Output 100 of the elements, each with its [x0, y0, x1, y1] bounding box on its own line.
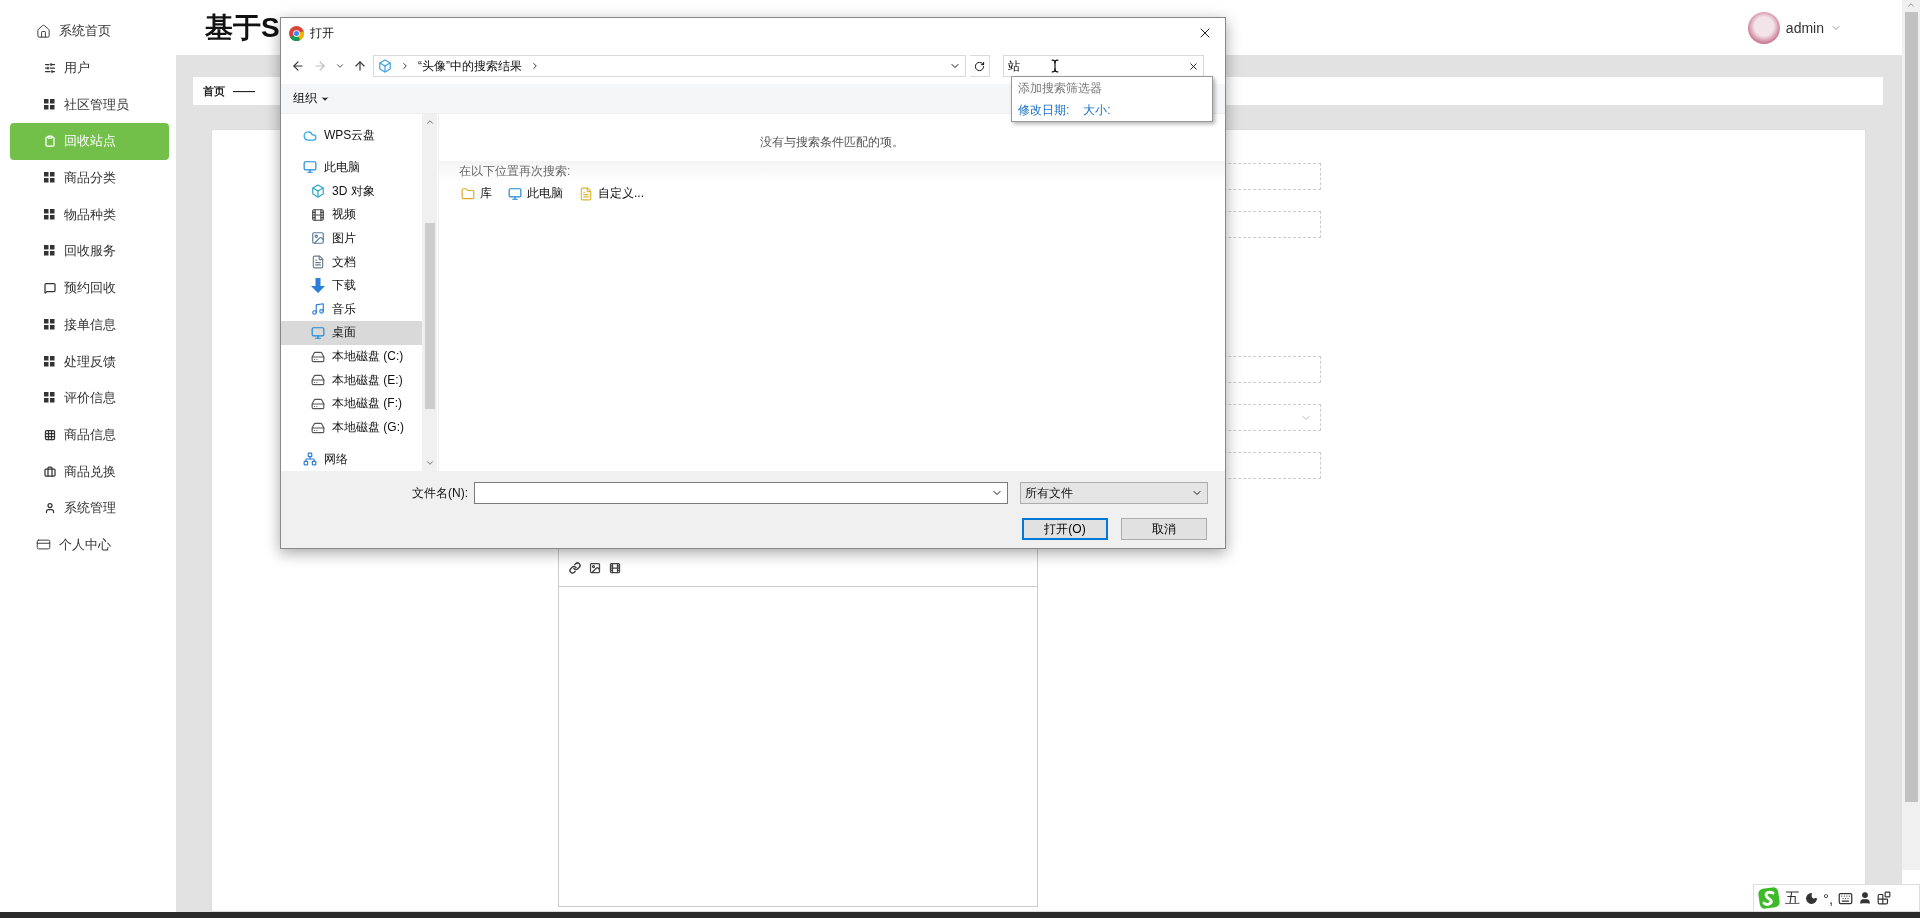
- sidebar-item[interactable]: 商品分类: [0, 159, 176, 197]
- cube-icon: [309, 182, 326, 200]
- user-menu[interactable]: admin: [1747, 11, 1842, 44]
- nav-item[interactable]: 视频: [281, 202, 422, 227]
- search-again-heading: 在以下位置再次搜索:: [439, 161, 1225, 181]
- apps-icon[interactable]: [1877, 891, 1892, 905]
- open-button[interactable]: 打开(O): [1022, 518, 1108, 540]
- suggestion-heading: 添加搜索筛选器: [1018, 80, 1103, 97]
- message-icon: [44, 282, 56, 295]
- download-icon: [309, 277, 326, 295]
- grid-icon: [44, 318, 56, 331]
- scroll-up-icon[interactable]: [424, 117, 435, 127]
- user-icon[interactable]: [1858, 891, 1873, 905]
- organize-button[interactable]: 组织: [293, 90, 330, 107]
- sidebar-item[interactable]: 处理反馈: [0, 343, 176, 380]
- grid-icon: [44, 245, 56, 258]
- nav-item[interactable]: 本地磁盘 (E:): [281, 368, 422, 393]
- image-icon: [309, 229, 326, 247]
- nav-label: 网络: [324, 450, 348, 468]
- sidebar-item[interactable]: 回收服务: [0, 233, 176, 270]
- sidebar-item[interactable]: 评价信息: [0, 379, 176, 417]
- location-link[interactable]: 库: [459, 185, 492, 202]
- grid-icon: [44, 208, 56, 221]
- input-mode[interactable]: 五: [1785, 888, 1800, 908]
- location-link[interactable]: 自定义...: [577, 185, 644, 202]
- nav-item[interactable]: 下载: [281, 273, 422, 298]
- nav-item[interactable]: 本地磁盘 (C:): [281, 344, 422, 369]
- nav-label: 视频: [332, 206, 356, 224]
- nav-label: 本地磁盘 (F:): [332, 395, 402, 413]
- chevron-icon: [530, 61, 540, 71]
- sidebar-label: 评价信息: [64, 389, 116, 408]
- sliders-icon: [44, 62, 56, 75]
- nav-label: 图片: [332, 229, 356, 247]
- breadcrumb-text[interactable]: 首页: [203, 83, 225, 99]
- film-icon[interactable]: [609, 562, 621, 574]
- sidebar-item[interactable]: 物品种类: [0, 196, 176, 234]
- nav-item[interactable]: 文档: [281, 250, 422, 274]
- sidebar-item[interactable]: 系统首页: [0, 13, 176, 50]
- nav-item[interactable]: 音乐: [281, 297, 422, 322]
- chevron-icon: [400, 61, 410, 71]
- nav-item[interactable]: WPS云盘: [281, 124, 422, 148]
- nav-label: 桌面: [332, 324, 356, 342]
- cube-icon: [378, 59, 392, 73]
- avatar: [1747, 11, 1780, 44]
- filter-link[interactable]: 修改日期:: [1018, 103, 1070, 117]
- file-type-select[interactable]: 所有文件: [1020, 482, 1208, 504]
- monitor-icon: [301, 158, 318, 176]
- dialog-title: 打开: [310, 24, 334, 42]
- moon-icon[interactable]: [1805, 891, 1818, 905]
- sidebar-item[interactable]: 商品兑换: [0, 453, 176, 490]
- scrollbar[interactable]: [422, 114, 437, 471]
- sidebar-label: 预约回收: [64, 279, 116, 298]
- nav-item[interactable]: 此电脑: [281, 155, 422, 180]
- sidebar-label: 接单信息: [64, 315, 116, 334]
- sidebar-item[interactable]: 商品信息: [0, 416, 176, 454]
- link-icon[interactable]: [569, 562, 581, 574]
- music-icon: [309, 300, 326, 318]
- sidebar-item[interactable]: 个人中心: [0, 526, 176, 564]
- nav-item[interactable]: 图片: [281, 226, 422, 251]
- sidebar-item[interactable]: 预约回收: [0, 269, 176, 307]
- card-icon: [36, 537, 51, 553]
- refresh-button[interactable]: [970, 55, 990, 77]
- page-title: 基于S: [205, 10, 280, 45]
- sidebar-item[interactable]: 接单信息: [0, 306, 176, 344]
- refresh-icon: [974, 60, 985, 72]
- sidebar-label: 回收服务: [64, 242, 116, 261]
- punctuation-mode[interactable]: °,: [1823, 889, 1834, 907]
- keyboard-icon[interactable]: [1838, 890, 1854, 906]
- clear-icon[interactable]: [1188, 60, 1199, 72]
- scrollbar[interactable]: [1902, 0, 1920, 870]
- nav-item[interactable]: 网络: [281, 447, 422, 471]
- address-bar[interactable]: “头像”中的搜索结果: [373, 55, 966, 77]
- sidebar-label: 回收站点: [64, 132, 116, 151]
- filter-link[interactable]: 大小:: [1083, 103, 1111, 117]
- nav-item[interactable]: 桌面: [281, 321, 422, 345]
- nav-label: 3D 对象: [332, 182, 375, 200]
- cancel-button[interactable]: 取消: [1121, 518, 1207, 540]
- search-field[interactable]: 站: [1003, 55, 1204, 77]
- sidebar-item[interactable]: 用户: [0, 49, 176, 87]
- network-icon: [301, 450, 318, 468]
- filename-field[interactable]: [474, 482, 1008, 504]
- nav-item[interactable]: 3D 对象: [281, 179, 422, 203]
- image-icon[interactable]: [589, 562, 601, 574]
- scrollbar-thumb[interactable]: [1904, 12, 1918, 802]
- nav-item[interactable]: 本地磁盘 (F:): [281, 392, 422, 416]
- sidebar-label: 系统首页: [59, 22, 111, 41]
- nav-item[interactable]: 本地磁盘 (G:): [281, 415, 422, 440]
- scroll-down-icon[interactable]: [424, 458, 435, 468]
- ime-logo-icon[interactable]: [1758, 887, 1780, 909]
- sidebar-item[interactable]: 社区管理员: [0, 86, 176, 124]
- nav-label: 音乐: [332, 300, 356, 318]
- clipboard-icon: [44, 135, 56, 148]
- monitor-icon: [506, 185, 523, 202]
- scrollbar-thumb[interactable]: [424, 223, 435, 409]
- sidebar-item[interactable]: 系统管理: [0, 489, 176, 527]
- browser-icon: [289, 25, 304, 41]
- nav-label: 本地磁盘 (G:): [332, 419, 404, 436]
- location-link[interactable]: 此电脑: [506, 185, 563, 202]
- user-icon: [44, 502, 56, 515]
- grid-icon: [44, 355, 56, 368]
